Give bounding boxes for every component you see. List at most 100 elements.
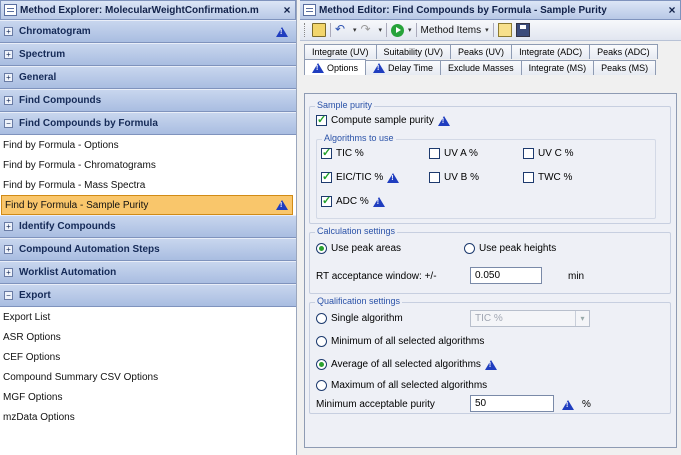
section-label: Spectrum	[19, 49, 66, 60]
toolbar-grip[interactable]	[304, 23, 306, 37]
maximum-algorithms-radio[interactable]: Maximum of all selected algorithms	[316, 380, 487, 391]
toolbar-separator	[415, 23, 417, 37]
average-algorithms-radio[interactable]: Average of all selected algorithms	[316, 359, 497, 370]
group-label: Calculation settings	[315, 226, 398, 236]
radio-dot[interactable]	[464, 243, 475, 254]
section-identify-compounds[interactable]: + Identify Compounds	[0, 215, 296, 238]
section-label: Identify Compounds	[19, 221, 116, 232]
collapse-icon[interactable]: −	[4, 291, 13, 300]
toolbar-separator	[492, 23, 494, 37]
nav-item-cef-options[interactable]: CEF Options	[0, 347, 296, 367]
radio-dot[interactable]	[316, 243, 327, 254]
section-general[interactable]: + General	[0, 66, 296, 89]
tab-suitability-uv[interactable]: Suitability (UV)	[375, 44, 452, 59]
expand-icon[interactable]: +	[4, 245, 13, 254]
method-items-dropdown-icon[interactable]: ▾	[485, 26, 489, 34]
checkbox-box[interactable]	[523, 172, 534, 183]
checkbox-box[interactable]	[321, 146, 332, 159]
radio-dot[interactable]	[316, 359, 327, 370]
folder-icon[interactable]	[312, 23, 326, 37]
chevron-down-icon[interactable]: ▾	[575, 311, 589, 326]
checkbox-label: UV C %	[538, 148, 574, 159]
checkbox-box[interactable]	[321, 194, 332, 207]
tab-exclude-masses[interactable]: Exclude Masses	[440, 60, 522, 75]
section-spectrum[interactable]: + Spectrum	[0, 43, 296, 66]
radio-dot[interactable]	[316, 313, 327, 324]
nav-item-formula-chromatograms[interactable]: Find by Formula - Chromatograms	[0, 155, 296, 175]
nav-item-export-list[interactable]: Export List	[0, 307, 296, 327]
run-dropdown-icon[interactable]: ▾	[408, 26, 412, 34]
uv-b-checkbox[interactable]: UV B %	[429, 172, 479, 183]
checkbox-box[interactable]	[429, 172, 440, 183]
section-chromatogram[interactable]: + Chromatogram	[0, 20, 296, 43]
redo-icon[interactable]	[361, 22, 375, 37]
method-explorer-pane: Method Explorer: MolecularWeightConfirma…	[0, 0, 297, 455]
run-icon[interactable]	[391, 23, 405, 37]
redo-dropdown-icon[interactable]: ▾	[379, 26, 383, 34]
single-algorithm-radio[interactable]: Single algorithm	[316, 313, 403, 324]
method-explorer-titlebar: Method Explorer: MolecularWeightConfirma…	[0, 0, 296, 20]
nav-item-formula-options[interactable]: Find by Formula - Options	[0, 135, 296, 155]
radio-dot[interactable]	[316, 336, 327, 347]
nav-item-formula-sample-purity[interactable]: Find by Formula - Sample Purity	[1, 195, 293, 215]
uv-a-checkbox[interactable]: UV A %	[429, 148, 478, 159]
undo-icon[interactable]	[335, 22, 349, 37]
nav-item-formula-mass-spectra[interactable]: Find by Formula - Mass Spectra	[0, 175, 296, 195]
eic-tic-checkbox[interactable]: EIC/TIC %	[321, 170, 400, 183]
tab-integrate-adc[interactable]: Integrate (ADC)	[511, 44, 591, 59]
nav-item-mgf-options[interactable]: MGF Options	[0, 387, 296, 407]
checkbox-box[interactable]	[523, 148, 534, 159]
warning-icon	[276, 200, 288, 210]
expand-icon[interactable]: +	[4, 73, 13, 82]
nav-item-mzdata-options[interactable]: mzData Options	[0, 407, 296, 427]
minimum-algorithms-radio[interactable]: Minimum of all selected algorithms	[316, 336, 484, 347]
nav-item-label: Export List	[3, 311, 51, 323]
checkbox-box[interactable]	[321, 170, 332, 183]
adc-checkbox[interactable]: ADC %	[321, 194, 385, 207]
collapse-icon[interactable]: −	[4, 119, 13, 128]
section-export[interactable]: − Export	[0, 284, 296, 307]
tab-peaks-uv[interactable]: Peaks (UV)	[450, 44, 513, 59]
options-content: Sample purity Compute sample purity Algo…	[304, 93, 677, 448]
twc-checkbox[interactable]: TWC %	[523, 172, 572, 183]
min-purity-input[interactable]: 50	[470, 395, 554, 412]
section-find-compounds[interactable]: + Find Compounds	[0, 89, 296, 112]
expand-icon[interactable]: +	[4, 50, 13, 59]
use-peak-areas-radio[interactable]: Use peak areas	[316, 243, 401, 254]
tic-checkbox[interactable]: TIC %	[321, 146, 364, 159]
expand-icon[interactable]: +	[4, 222, 13, 231]
toolbar-separator	[386, 23, 388, 37]
single-algorithm-select[interactable]: TIC % ▾	[470, 310, 590, 327]
nav-item-asr-options[interactable]: ASR Options	[0, 327, 296, 347]
checkbox-label: TWC %	[538, 172, 573, 183]
expand-icon[interactable]: +	[4, 27, 13, 36]
section-compound-automation[interactable]: + Compound Automation Steps	[0, 238, 296, 261]
uv-c-checkbox[interactable]: UV C %	[523, 148, 574, 159]
expand-icon[interactable]: +	[4, 268, 13, 277]
close-icon[interactable]: ×	[279, 3, 295, 17]
save-icon[interactable]	[515, 23, 530, 37]
checkbox-box[interactable]	[316, 113, 327, 126]
expand-icon[interactable]: +	[4, 96, 13, 105]
rt-acceptance-input[interactable]: 0.050	[470, 267, 542, 284]
nav-item-compound-summary-csv[interactable]: Compound Summary CSV Options	[0, 367, 296, 387]
tab-options[interactable]: Options	[304, 59, 367, 75]
percent-unit-label: %	[582, 399, 591, 410]
section-label: Find Compounds by Formula	[19, 118, 158, 129]
method-items-menu[interactable]: Method Items	[421, 25, 482, 36]
close-icon[interactable]: ×	[664, 3, 680, 17]
undo-dropdown-icon[interactable]: ▾	[353, 26, 357, 34]
section-worklist-automation[interactable]: + Worklist Automation	[0, 261, 296, 284]
use-peak-heights-radio[interactable]: Use peak heights	[464, 243, 556, 254]
tab-delay-time[interactable]: Delay Time	[365, 60, 442, 75]
tab-integrate-uv[interactable]: Integrate (UV)	[304, 44, 377, 59]
section-find-by-formula[interactable]: − Find Compounds by Formula	[0, 112, 296, 135]
tab-peaks-adc[interactable]: Peaks (ADC)	[589, 44, 658, 59]
checkbox-box[interactable]	[429, 148, 440, 159]
radio-dot[interactable]	[316, 380, 327, 391]
tab-integrate-ms[interactable]: Integrate (MS)	[520, 60, 595, 75]
checkbox-label: UV A %	[444, 148, 478, 159]
tab-peaks-ms[interactable]: Peaks (MS)	[593, 60, 657, 75]
open-icon[interactable]	[497, 23, 512, 37]
compute-sample-purity-checkbox[interactable]: Compute sample purity	[316, 113, 450, 126]
